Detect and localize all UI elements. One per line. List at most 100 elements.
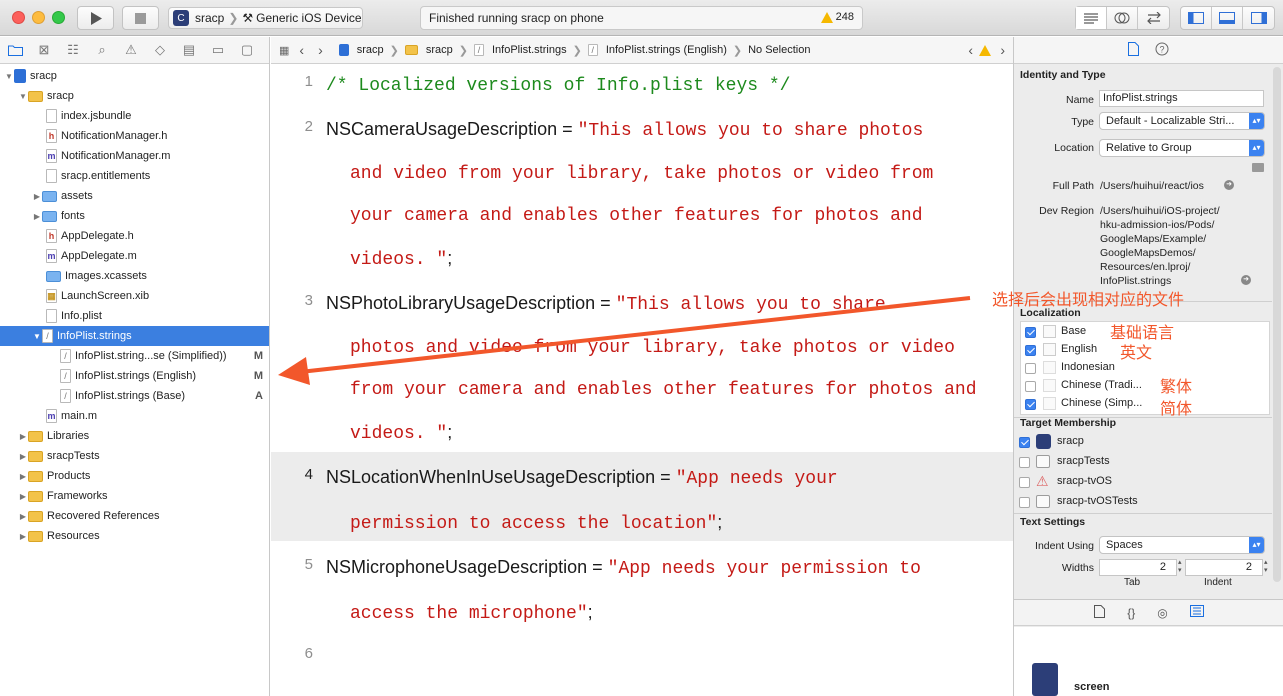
- version-editor-icon[interactable]: [1138, 7, 1169, 29]
- editor-mode-segment[interactable]: [1075, 6, 1170, 30]
- issue-icon[interactable]: ⚠: [122, 41, 140, 59]
- stepper-icon[interactable]: ▴ ▾: [1178, 559, 1182, 575]
- disclosure-open-icon[interactable]: ▼: [18, 92, 28, 101]
- library-item-thumb[interactable]: [1032, 663, 1058, 696]
- tree-item-folder[interactable]: ▶ Products: [0, 466, 269, 486]
- target-checkbox[interactable]: [1019, 457, 1030, 468]
- code-line[interactable]: 6: [271, 632, 1013, 677]
- debug-icon[interactable]: ▤: [180, 41, 198, 59]
- localization-checkbox-indonesian[interactable]: [1025, 363, 1036, 374]
- tree-item-file[interactable]: m NotificationManager.m: [0, 146, 269, 166]
- panel-toggle-segment[interactable]: [1180, 6, 1275, 30]
- breadcrumb-localization[interactable]: / InfoPlist.strings (English): [587, 44, 727, 56]
- disclosure-open-icon[interactable]: ▼: [32, 332, 42, 341]
- tree-item-file[interactable]: sracp.entitlements: [0, 166, 269, 186]
- breadcrumb-project[interactable]: sracp: [338, 44, 384, 56]
- stepper-icon[interactable]: ▴ ▾: [1264, 559, 1268, 575]
- tree-item-file[interactable]: / InfoPlist.string...se (Simplified)) M: [0, 346, 269, 366]
- localization-checkbox-english[interactable]: [1025, 345, 1036, 356]
- issue-warning-icon[interactable]: [979, 45, 991, 56]
- indent-width-field[interactable]: 2: [1185, 559, 1263, 576]
- disclosure-closed-icon[interactable]: ▶: [32, 212, 42, 221]
- media-library-icon[interactable]: [1189, 605, 1204, 620]
- next-issue-icon[interactable]: ›: [1000, 42, 1005, 58]
- code-text[interactable]: /* Localized versions of Info.plist keys…: [326, 65, 790, 109]
- tree-item-file[interactable]: m main.m: [0, 406, 269, 426]
- code-text[interactable]: NSMicrophoneUsageDescription = "App need…: [326, 545, 921, 635]
- toggle-inspector-icon[interactable]: [1243, 7, 1274, 29]
- tree-item-folder[interactable]: ▶ Resources: [0, 526, 269, 546]
- disclosure-closed-icon[interactable]: ▶: [18, 532, 28, 541]
- code-line[interactable]: 2 NSCameraUsageDescription = "This allow…: [271, 109, 1013, 283]
- type-popup[interactable]: Default - Localizable Stri... ▴▾: [1099, 112, 1265, 130]
- localization-checkbox-chinese-simplified[interactable]: [1025, 399, 1036, 410]
- tree-item-file[interactable]: Images.xcassets: [0, 266, 269, 286]
- breadcrumb-file[interactable]: / InfoPlist.strings: [474, 44, 567, 56]
- back-arrow-icon[interactable]: ‹: [299, 42, 304, 58]
- code-snippet-icon[interactable]: {}: [1127, 606, 1135, 620]
- previous-issue-icon[interactable]: ‹: [968, 42, 973, 58]
- code-line[interactable]: 1 /* Localized versions of Info.plist ke…: [271, 65, 1013, 109]
- code-text[interactable]: NSCameraUsageDescription = "This allows …: [326, 107, 933, 280]
- tree-item-file[interactable]: m AppDelegate.m: [0, 246, 269, 266]
- disclosure-open-icon[interactable]: ▼: [4, 72, 14, 81]
- window-minimize-button[interactable]: [32, 11, 45, 24]
- code-text[interactable]: NSPhotoLibraryUsageDescription = "This a…: [326, 281, 977, 454]
- toggle-debug-area-icon[interactable]: [1212, 7, 1243, 29]
- disclosure-closed-icon[interactable]: ▶: [18, 512, 28, 521]
- indent-using-popup[interactable]: Spaces ▴▾: [1099, 536, 1265, 554]
- reveal-arrow-icon[interactable]: ➜: [1241, 275, 1251, 285]
- tree-item-folder[interactable]: ▶ Libraries: [0, 426, 269, 446]
- quick-help-icon[interactable]: ?: [1155, 42, 1169, 59]
- disclosure-closed-icon[interactable]: ▶: [18, 492, 28, 501]
- window-close-button[interactable]: [12, 11, 25, 24]
- tree-item-folder[interactable]: ▶ fonts: [0, 206, 269, 226]
- code-line[interactable]: 5 NSMicrophoneUsageDescription = "App ne…: [271, 542, 1013, 632]
- related-items-icon[interactable]: ▦: [279, 44, 289, 57]
- tree-item-folder[interactable]: ▶ Frameworks: [0, 486, 269, 506]
- localization-checkbox-base[interactable]: [1025, 327, 1036, 338]
- test-icon[interactable]: ◇: [151, 41, 169, 59]
- reveal-arrow-icon[interactable]: ➜: [1224, 180, 1234, 190]
- name-field[interactable]: InfoPlist.strings: [1099, 90, 1264, 107]
- forward-arrow-icon[interactable]: ›: [318, 42, 323, 58]
- breakpoint-icon[interactable]: ▭: [209, 41, 227, 59]
- tree-item-file[interactable]: index.jsbundle: [0, 106, 269, 126]
- breadcrumb-group[interactable]: sracp: [404, 44, 453, 56]
- code-line[interactable]: 3 NSPhotoLibraryUsageDescription = "This…: [271, 283, 1013, 457]
- target-checkbox[interactable]: [1019, 477, 1030, 488]
- warning-indicator[interactable]: 248: [820, 11, 854, 23]
- stop-button[interactable]: [122, 6, 159, 30]
- scheme-selector[interactable]: C sracp ❯ ⚒ Generic iOS Device: [168, 7, 363, 29]
- localization-checkbox-chinese-traditional[interactable]: [1025, 381, 1036, 392]
- tree-item-file[interactable]: Info.plist: [0, 306, 269, 326]
- tree-item-file[interactable]: / InfoPlist.strings (English) M: [0, 366, 269, 386]
- tree-item-group[interactable]: ▼ sracp: [0, 86, 269, 106]
- window-zoom-button[interactable]: [52, 11, 65, 24]
- tree-item-file[interactable]: h AppDelegate.h: [0, 226, 269, 246]
- assistant-editor-icon[interactable]: [1107, 7, 1138, 29]
- file-template-icon[interactable]: [1094, 604, 1106, 621]
- tree-item-folder[interactable]: ▶ Recovered References: [0, 506, 269, 526]
- disclosure-closed-icon[interactable]: ▶: [18, 452, 28, 461]
- breadcrumb-symbol[interactable]: No Selection: [748, 44, 810, 56]
- location-popup[interactable]: Relative to Group ▴▾: [1099, 139, 1265, 157]
- tree-item-folder[interactable]: ▶ sracpTests: [0, 446, 269, 466]
- tab-width-field[interactable]: 2: [1099, 559, 1177, 576]
- symbol-icon[interactable]: ☷: [64, 41, 82, 59]
- inspector-scrollbar[interactable]: [1273, 67, 1281, 582]
- library-item-label[interactable]: screen: [1074, 681, 1109, 693]
- object-library-icon[interactable]: ◎: [1157, 606, 1167, 620]
- tree-item-file[interactable]: h NotificationManager.h: [0, 126, 269, 146]
- folder-icon[interactable]: [6, 41, 24, 59]
- search-icon[interactable]: ⌕: [93, 41, 111, 59]
- tree-item-file[interactable]: ▦ LaunchScreen.xib: [0, 286, 269, 306]
- tree-item-selected[interactable]: ▼ / InfoPlist.strings: [0, 326, 269, 346]
- tree-item-project[interactable]: ▼ sracp: [0, 66, 269, 86]
- disclosure-closed-icon[interactable]: ▶: [18, 472, 28, 481]
- code-text[interactable]: NSLocationWhenInUseUsageDescription = "A…: [326, 455, 838, 544]
- tree-item-folder[interactable]: ▶ assets: [0, 186, 269, 206]
- report-icon[interactable]: ▢: [238, 41, 256, 59]
- target-checkbox[interactable]: [1019, 437, 1030, 448]
- run-button[interactable]: [77, 6, 114, 30]
